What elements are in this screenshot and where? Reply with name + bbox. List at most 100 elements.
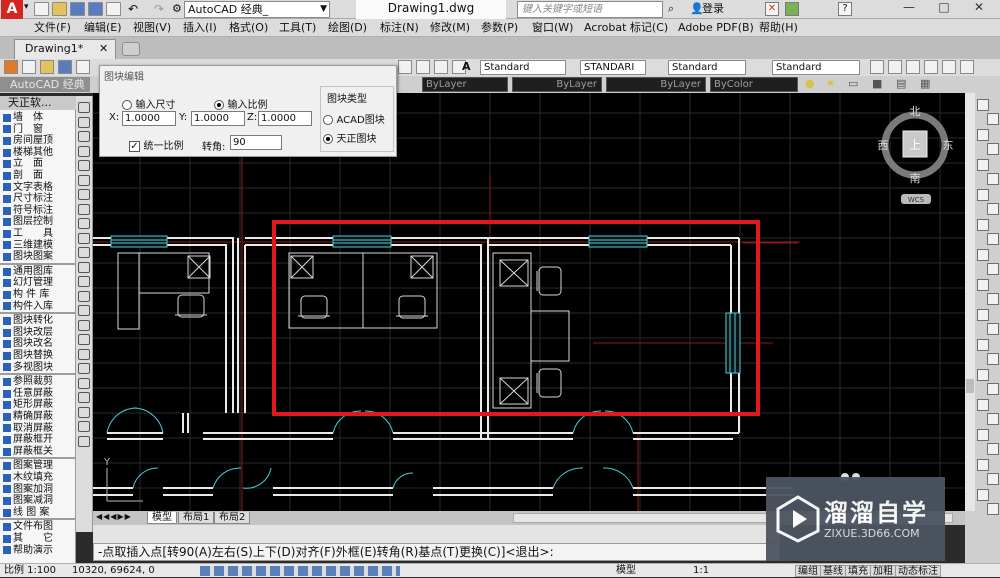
group-toggle[interactable]: 编组 <box>795 565 821 577</box>
draw-tool-icon[interactable] <box>78 406 90 418</box>
radio-acad-block[interactable]: ACAD图块 <box>323 111 385 126</box>
draw-tool-icon[interactable] <box>78 232 90 244</box>
scrollbar-vertical[interactable] <box>965 93 975 511</box>
panel-item[interactable]: 图层控制 <box>0 216 76 228</box>
modify-tool-icon[interactable] <box>987 473 999 485</box>
close-tab-icon[interactable]: ✕ <box>99 40 108 58</box>
panel-item[interactable]: 其 它 <box>0 533 76 545</box>
preview-icon[interactable] <box>398 60 412 74</box>
draw-tool-icon[interactable] <box>78 305 90 316</box>
modify-tool-icon[interactable] <box>977 99 989 111</box>
panel-item[interactable]: 木纹填充 <box>0 472 76 484</box>
draw-tool-icon[interactable] <box>78 203 90 215</box>
draw-tool-icon[interactable] <box>78 435 90 447</box>
x-scale-field[interactable]: 1.0000 <box>122 111 176 126</box>
panel-item[interactable]: 精确屏蔽 <box>0 411 76 423</box>
draw-tool-icon[interactable] <box>78 334 90 345</box>
sun-icon[interactable]: ✷ <box>826 77 835 90</box>
draw-tool-icon[interactable] <box>78 261 90 273</box>
autocad-logo-icon[interactable]: A <box>1 0 23 19</box>
layer-icon[interactable]: ▤ <box>896 77 906 90</box>
panel-item[interactable]: 通用图库 <box>0 266 76 278</box>
search-icon[interactable]: ⌕ <box>668 2 674 16</box>
panel-item[interactable]: 图块改名 <box>0 338 76 350</box>
menu-tools[interactable]: 工具(T) <box>279 20 316 35</box>
modify-tool-icon[interactable] <box>977 249 989 261</box>
print-icon[interactable] <box>106 2 121 16</box>
panel-item[interactable]: 图块改层 <box>0 327 76 339</box>
panel-item[interactable]: 多视图块 <box>0 362 76 374</box>
tab-layout2[interactable]: 布局2 <box>214 512 251 524</box>
panel-item[interactable]: 图块图案 <box>0 251 76 263</box>
markup-icon[interactable] <box>416 60 430 74</box>
radio-input-scale[interactable]: 输入比例 <box>214 96 268 111</box>
login-link[interactable]: 登录 <box>702 2 724 16</box>
modify-tool-icon[interactable] <box>977 429 989 441</box>
lineweight-control[interactable]: ByLayer <box>606 77 706 92</box>
draw-tool-icon[interactable] <box>78 116 90 128</box>
redo-icon[interactable]: ↷ <box>154 2 164 16</box>
dynamic-dimension-toggle[interactable]: 动态标注 <box>895 565 941 577</box>
draw-tool-icon[interactable] <box>78 421 90 432</box>
panel-item[interactable]: 图案减洞 <box>0 495 76 507</box>
qnew-icon[interactable] <box>22 60 36 74</box>
panel-item[interactable]: 三维建模 <box>0 240 76 252</box>
modify-tool-icon[interactable] <box>977 189 989 201</box>
modify-tool-icon[interactable] <box>977 459 989 471</box>
modify-tool-icon[interactable] <box>987 203 999 215</box>
modify-tool-icon[interactable] <box>987 233 999 245</box>
app-menu-arrow-icon[interactable]: ▾ <box>24 2 29 12</box>
table-style-select[interactable]: Standard <box>668 60 746 75</box>
menu-window[interactable]: 窗口(W) <box>532 20 573 35</box>
modify-tool-icon[interactable] <box>987 293 999 305</box>
radio-input-size[interactable]: 输入尺寸 <box>122 96 176 111</box>
menu-modify[interactable]: 修改(M) <box>430 20 470 35</box>
panel-item[interactable]: 文件布图 <box>0 521 76 533</box>
modify-tool-icon[interactable] <box>977 159 989 171</box>
draw-tool-icon[interactable] <box>78 174 90 186</box>
panel-item[interactable]: 图案加洞 <box>0 484 76 496</box>
minimize-button[interactable]: — <box>896 0 922 16</box>
tab-nav-arrows-icon[interactable]: ◀◀◀▶▶ <box>96 512 132 521</box>
panel-item[interactable]: 房间屋顶 <box>0 135 76 147</box>
panel-item[interactable]: 图块替换 <box>0 350 76 362</box>
modify-tool-icon[interactable] <box>977 309 989 321</box>
draw-tool-icon[interactable] <box>78 102 90 113</box>
color-control[interactable]: ByLayer <box>422 77 508 92</box>
draw-tool-icon[interactable] <box>78 363 90 374</box>
linetype-control[interactable]: ByLayer <box>512 77 602 92</box>
panel-item[interactable]: 取消屏蔽 <box>0 423 76 435</box>
modify-tool-icon[interactable] <box>987 413 999 425</box>
menu-edit[interactable]: 编辑(E) <box>84 20 122 35</box>
draw-tool-icon[interactable] <box>78 247 90 258</box>
modify-tool-icon[interactable] <box>987 173 999 185</box>
modify-tool-icon[interactable] <box>977 279 989 291</box>
menu-draw[interactable]: 绘图(D) <box>328 20 367 35</box>
panel-item[interactable]: 参照裁剪 <box>0 376 76 388</box>
modify-tool-icon[interactable] <box>987 323 999 335</box>
annotation-scale[interactable]: 1:1 <box>693 565 709 577</box>
modify-tool-icon[interactable] <box>977 489 989 501</box>
scrollbar-thumb[interactable] <box>966 379 974 393</box>
panel-item[interactable]: 帮助演示 <box>0 545 76 557</box>
save-as-icon[interactable] <box>88 2 103 16</box>
menu-adobe-pdf[interactable]: Adobe PDF(B) <box>678 20 754 35</box>
a360-icon[interactable] <box>785 2 799 16</box>
draw-tool-icon[interactable] <box>78 348 90 360</box>
draw-tool-icon[interactable] <box>78 218 90 229</box>
draw-tool-icon[interactable] <box>78 189 90 200</box>
close-button[interactable]: ✕ <box>966 0 992 16</box>
layer-color-icon[interactable]: ■ <box>872 77 882 90</box>
exchange-icon[interactable]: ✕ <box>765 2 779 16</box>
workspace-gear-icon[interactable]: ⚙ <box>172 2 182 15</box>
modify-tool-icon[interactable] <box>987 263 999 275</box>
menu-help[interactable]: 帮助(H) <box>759 20 798 35</box>
panel-item[interactable]: 构件入库 <box>0 301 76 313</box>
modify-tool-icon[interactable] <box>977 219 989 231</box>
layer-state-icon[interactable]: ▦ <box>920 77 930 90</box>
tangent-toolbar-icon[interactable] <box>4 60 18 74</box>
z-scale-field[interactable]: 1.0000 <box>258 111 312 126</box>
modify-tool-icon[interactable] <box>987 443 999 455</box>
modify-tool-icon[interactable] <box>977 339 989 351</box>
modify-tool-icon[interactable] <box>977 399 989 411</box>
